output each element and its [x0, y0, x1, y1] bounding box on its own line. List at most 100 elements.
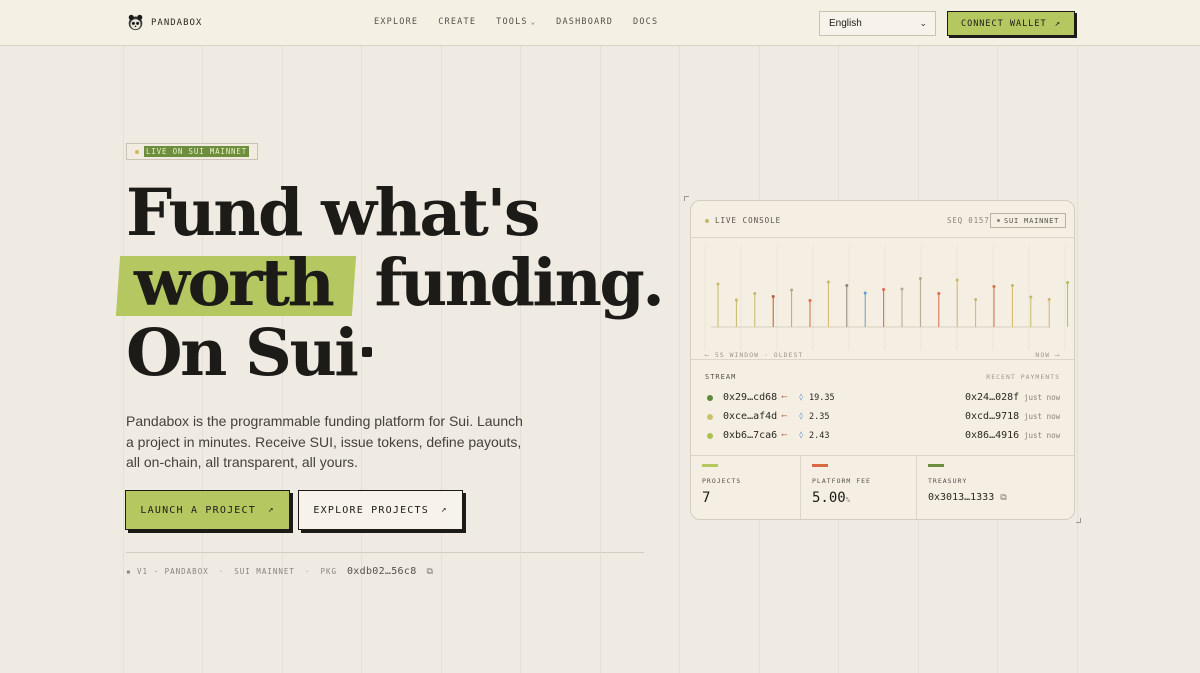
status-dot-icon: [705, 218, 709, 223]
stat-projects-label: PROJECTS: [702, 477, 742, 485]
chart-point: [918, 277, 922, 280]
live-console-card: LIVE CONSOLE SEQ 0157 SUI MAINNET ⟵ 5S W…: [690, 200, 1075, 520]
payment-dot-icon: [707, 414, 713, 420]
chart-point: [937, 292, 941, 295]
explore-projects-label: EXPLORE PROJECTS: [313, 504, 429, 516]
meta-pkg-label: PKG: [320, 567, 337, 576]
chart-point: [753, 292, 757, 295]
live-status-text: LIVE ON SUI MAINNET: [144, 146, 249, 157]
headline-line-2: worth funding.: [126, 245, 665, 321]
network-badge-text: SUI MAINNET: [1004, 216, 1060, 225]
chart-point: [900, 287, 904, 291]
stream-heading: STREAM: [705, 373, 737, 381]
nav-tools-label: TOOLS: [496, 17, 528, 27]
launch-project-button[interactable]: LAUNCH A PROJECT ↗: [125, 490, 290, 530]
arrow-up-right-icon: ↗: [440, 505, 448, 515]
divider: [691, 359, 1074, 360]
square-dot-icon: [362, 347, 373, 357]
payment-amount: 2.43: [809, 431, 830, 441]
copy-icon[interactable]: ⧉: [1000, 493, 1006, 503]
chart-point: [992, 285, 996, 288]
sui-icon: ◊: [799, 393, 804, 401]
nav-create[interactable]: CREATE: [438, 17, 476, 27]
arrow-left-icon: ⟵: [782, 411, 787, 420]
payment-to: 0x86…4916: [965, 430, 1020, 441]
headline-line-3: On Sui: [126, 318, 662, 388]
headline-line-2-rest: funding.: [374, 245, 664, 321]
console-title-text: LIVE CONSOLE: [715, 216, 782, 225]
top-navbar: PANDABOX EXPLORE CREATE TOOLS ⌄ DASHBOAR…: [0, 0, 1200, 46]
payment-row[interactable]: 0x29…cd68 ⟵ ◊ 19.35 0x24…028f just now: [691, 391, 1074, 405]
payment-from: 0xb6…7ca6: [723, 430, 778, 441]
payment-row[interactable]: 0xb6…7ca6 ⟵ ◊ 2.43 0x86…4916 just now: [691, 429, 1074, 443]
chart-window-label: ⟵ 5S WINDOW · OLDEST: [705, 351, 804, 359]
chart-point: [790, 288, 794, 292]
payment-stream-chart: [704, 246, 1070, 350]
chart-point: [1010, 284, 1014, 287]
nav-dashboard[interactable]: DASHBOARD: [556, 17, 613, 27]
arrow-left-icon: ⟵: [782, 392, 787, 401]
meta-separator: ·: [304, 567, 311, 576]
stat-accent-bar: [702, 464, 718, 467]
payment-amount: 2.35: [809, 412, 830, 422]
stat-fee-label: PLATFORM FEE: [812, 477, 871, 485]
nav-explore[interactable]: EXPLORE: [374, 17, 418, 27]
arrow-left-icon: ⟵: [782, 430, 787, 439]
chart-point: [863, 291, 867, 295]
console-title: LIVE CONSOLE: [705, 216, 781, 225]
payment-dot-icon: [707, 395, 713, 401]
chart-point: [808, 299, 812, 302]
connect-wallet-button[interactable]: CONNECT WALLET ↗: [947, 11, 1075, 36]
hero-description: Pandabox is the programmable funding pla…: [126, 413, 523, 470]
hero-meta: ▪ V1 · PANDABOX · SUI MAINNET · PKG 0xdb…: [126, 566, 434, 577]
payment-amount: 19.35: [809, 393, 835, 403]
language-value: English: [829, 18, 862, 29]
payment-row[interactable]: 0xce…af4d ⟵ ◊ 2.35 0xcd…9718 just now: [691, 410, 1074, 424]
panda-logo-icon: [128, 14, 143, 31]
stat-treasury-label: TREASURY: [928, 477, 968, 485]
stat-treasury: TREASURY 0x3013…1333 ⧉: [917, 456, 1074, 519]
arrow-up-right-icon: ↗: [267, 505, 275, 515]
headline-highlight: worth: [118, 248, 354, 318]
brand-name: PANDABOX: [151, 17, 203, 28]
network-dot-icon: [997, 219, 1000, 222]
meta-network: SUI MAINNET: [234, 567, 295, 576]
live-status-tag: LIVE ON SUI MAINNET: [126, 143, 258, 160]
payment-from: 0xce…af4d: [723, 411, 778, 422]
sui-icon: ◊: [799, 431, 804, 439]
stat-projects: PROJECTS 7: [691, 456, 800, 519]
payment-dot-icon: [707, 433, 713, 439]
chart-point: [1047, 298, 1051, 301]
connect-wallet-label: CONNECT WALLET: [960, 18, 1047, 29]
stat-projects-value: 7: [702, 490, 711, 506]
chart-point: [1066, 281, 1070, 284]
payment-time: just now: [1024, 393, 1061, 402]
sui-icon: ◊: [799, 412, 804, 420]
copy-icon[interactable]: ⧉: [427, 567, 434, 577]
chevron-down-icon: ⌄: [530, 18, 537, 26]
launch-project-label: LAUNCH A PROJECT: [140, 504, 256, 516]
stat-fee-value: 5.00%: [812, 490, 850, 506]
payment-from: 0x29…cd68: [723, 392, 778, 403]
brand[interactable]: PANDABOX: [127, 14, 202, 31]
chart-point: [716, 282, 720, 286]
chart-point: [734, 298, 738, 302]
chart-now-label: NOW ⟶: [1035, 351, 1060, 359]
headline-line-1: Fund what's: [126, 175, 540, 251]
chart-point: [955, 278, 959, 282]
payment-to: 0xcd…9718: [965, 411, 1020, 422]
explore-projects-button[interactable]: EXPLORE PROJECTS ↗: [298, 490, 463, 530]
chart-point: [882, 288, 886, 291]
nav-docs[interactable]: DOCS: [633, 17, 658, 27]
meta-version: ▪ V1 · PANDABOX: [126, 567, 209, 576]
payment-to: 0x24…028f: [965, 392, 1020, 403]
recent-payments-heading: RECENT PAYMENTS: [986, 373, 1060, 381]
nav-tools[interactable]: TOOLS ⌄: [496, 17, 536, 27]
main-nav: EXPLORE CREATE TOOLS ⌄ DASHBOARD DOCS: [374, 17, 658, 27]
arrow-up-right-icon: ↗: [1054, 18, 1062, 29]
chart-point: [771, 295, 775, 298]
language-select[interactable]: English ⌄: [819, 11, 936, 36]
stat-accent-bar: [812, 464, 828, 467]
corner-mark: [684, 196, 689, 201]
stat-accent-bar: [928, 464, 944, 467]
